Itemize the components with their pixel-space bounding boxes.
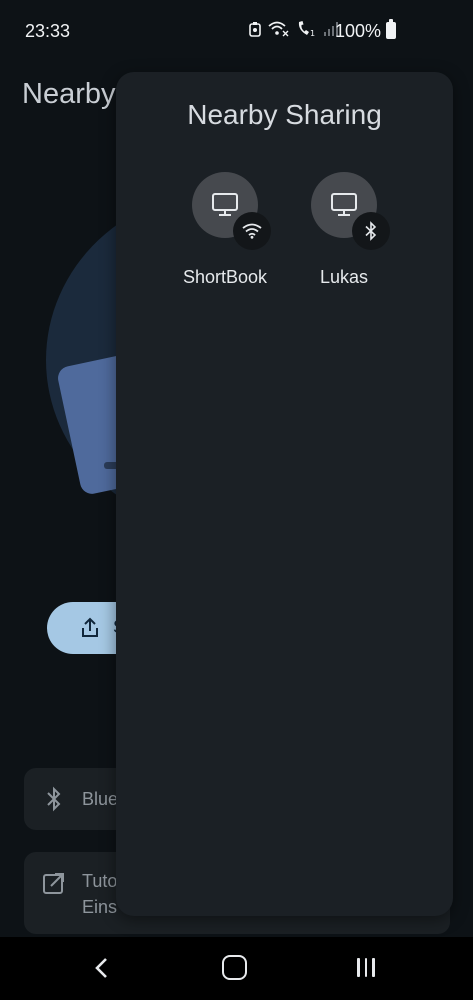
device-shortbook[interactable]: ShortBook: [164, 172, 284, 312]
status-icons: 1: [248, 20, 338, 38]
recents-icon[interactable]: [357, 958, 375, 977]
back-icon[interactable]: [93, 957, 111, 979]
background-bluetooth-label: Blue: [82, 789, 119, 809]
monitor-icon: [331, 193, 357, 216]
share-icon: [82, 617, 98, 637]
device-badge: [233, 212, 271, 250]
volte-call-icon: 1: [298, 21, 315, 38]
bluetooth-icon: [47, 786, 61, 812]
device-lukas[interactable]: Lukas: [283, 172, 403, 312]
screen: 23:33 1 100% Nearby Blue Tuto Eins Nearb…: [0, 0, 473, 1000]
nearby-sharing-sheet: Nearby Sharing ShortBook Lukas: [116, 72, 453, 916]
battery-percent: 100%: [334, 21, 381, 41]
device-name: Lukas: [319, 267, 369, 287]
svg-text:1: 1: [310, 29, 315, 38]
sheet-title: Nearby Sharing: [187, 99, 382, 130]
status-time: 23:33: [25, 21, 71, 41]
wifi-calling-icon: [268, 21, 289, 37]
battery-icon: [386, 19, 396, 39]
background-page-title: Nearby: [22, 78, 116, 110]
status-bar: 23:33 1 100%: [0, 0, 473, 62]
bluetooth-icon: [365, 221, 377, 241]
home-icon[interactable]: [222, 955, 247, 980]
device-name: ShortBook: [182, 267, 268, 287]
monitor-icon: [212, 193, 238, 216]
device-badge: [352, 212, 390, 250]
background-tutorial-label-line2: Eins: [82, 897, 118, 917]
external-link-icon: [43, 873, 64, 894]
notification-icon: [249, 22, 261, 37]
wifi-icon: [242, 223, 262, 239]
background-tutorial-label: Tuto: [82, 871, 118, 891]
